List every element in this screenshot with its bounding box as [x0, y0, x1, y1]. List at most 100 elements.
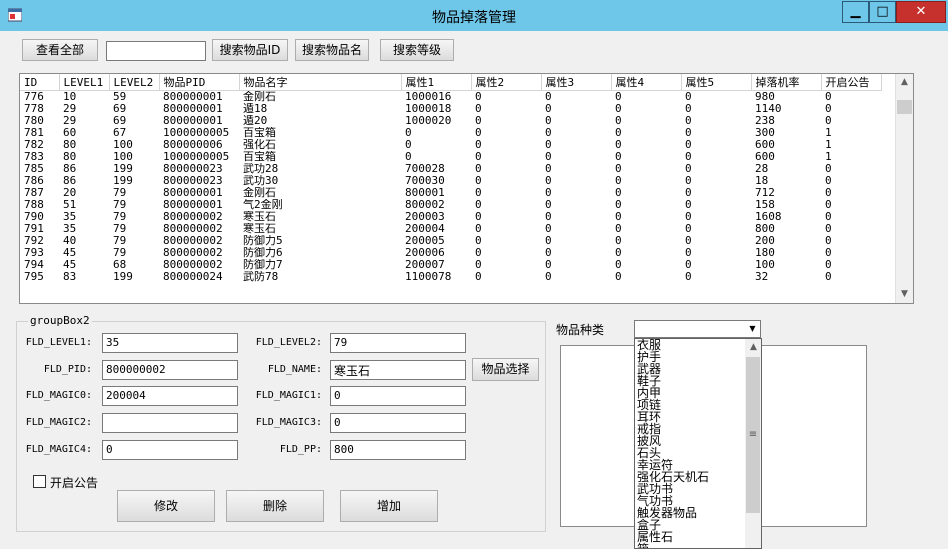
column-header[interactable]: 掉落机率 [751, 74, 822, 91]
delete-button[interactable]: 删除 [226, 490, 324, 522]
table-cell: 百宝箱 [243, 127, 276, 139]
table-cell: 0 [615, 127, 622, 139]
table-cell: 51 [63, 199, 77, 211]
table-cell: 0 [685, 235, 692, 247]
table-row[interactable]: 780 29 69 800000001 遁20 1000020 0 0 0 0 238 0 [20, 115, 881, 127]
fld-name-field[interactable]: 寒玉石 [330, 360, 466, 380]
dropdown-scroll-up-icon[interactable]: ▲ [745, 339, 761, 356]
table-cell: 700030 [405, 175, 445, 187]
dropdown-scrollbar[interactable]: ▲ ≡ [745, 339, 761, 548]
category-dropdown-list[interactable]: 衣服 护手 武器 鞋子 内甲 项链 耳环 戒指 披风 石头 幸运符 强化石天机石 武功书 气功书 触发器物品… [634, 338, 762, 549]
close-button[interactable]: ✕ [896, 1, 946, 23]
table-row[interactable]: 776 10 59 800000001 金刚石 1000016 0 0 0 0 980 0 [20, 91, 881, 104]
table-cell: 792 [24, 235, 44, 247]
table-cell: 69 [113, 115, 127, 127]
search-id-button[interactable]: 搜索物品ID [212, 39, 288, 61]
column-header[interactable]: 属性5 [681, 74, 752, 91]
fld-pp-field[interactable]: 800 [330, 440, 466, 460]
table-row[interactable]: 781 60 67 1000000005 百宝箱 0 0 0 0 0 300 1 [20, 127, 881, 139]
fld-magic2-field[interactable] [102, 413, 238, 433]
fld-pid-field[interactable]: 800000002 [102, 360, 238, 380]
table-row[interactable]: 778 29 69 800000001 遁18 1000018 0 0 0 0 1140 0 [20, 103, 881, 115]
column-header[interactable]: 属性3 [541, 74, 612, 91]
fld-magic1-field[interactable]: 0 [330, 386, 466, 406]
minimize-button[interactable]: ▁ [842, 1, 869, 23]
table-row[interactable]: 785 86 199 800000023 武功28 700028 0 0 0 0 28 0 [20, 163, 881, 175]
table-cell: 0 [545, 199, 552, 211]
scroll-down-icon[interactable]: ▼ [896, 286, 913, 303]
table-cell: 0 [615, 115, 622, 127]
maximize-button[interactable]: □ [869, 1, 896, 23]
table-cell: 0 [475, 163, 482, 175]
modify-button[interactable]: 修改 [117, 490, 215, 522]
table-row[interactable]: 793 45 79 800000002 防御力6 200006 0 0 0 0 180 0 [20, 247, 881, 259]
search-input[interactable] [106, 41, 206, 61]
fld-magic3-field[interactable]: 0 [330, 413, 466, 433]
table-cell: 800000002 [163, 235, 223, 247]
column-header[interactable]: 开启公告 [821, 74, 882, 91]
table-cell: 0 [685, 187, 692, 199]
table-cell: 寒玉石 [243, 211, 276, 223]
column-header[interactable]: 属性1 [401, 74, 472, 91]
table-row[interactable]: 783 80 100 1000000005 百宝箱 0 0 0 0 0 600 1 [20, 151, 881, 163]
table-cell: 32 [755, 271, 769, 283]
add-button[interactable]: 增加 [340, 490, 438, 522]
column-header[interactable]: LEVEL1 [59, 74, 110, 91]
table-row[interactable]: 794 45 68 800000002 防御力7 200007 0 0 0 0 100 0 [20, 259, 881, 271]
table-cell: 0 [615, 211, 622, 223]
column-header[interactable]: 物品PID [159, 74, 240, 91]
table-cell: 100 [113, 151, 133, 163]
table-cell: 0 [825, 223, 832, 235]
grid-scrollbar[interactable]: ▲ ▼ [895, 74, 913, 303]
table-row[interactable]: 787 20 79 800000001 金刚石 800001 0 0 0 0 712 0 [20, 187, 881, 199]
column-header[interactable]: LEVEL2 [109, 74, 160, 91]
category-combobox[interactable]: ▼ [634, 320, 761, 338]
table-cell: 79 [113, 199, 127, 211]
fld-level2-field[interactable]: 79 [330, 333, 466, 353]
announce-checkbox[interactable] [33, 475, 46, 488]
table-cell: 寒玉石 [243, 223, 276, 235]
table-row[interactable]: 788 51 79 800000001 气2金刚 800002 0 0 0 0 158 0 [20, 199, 881, 211]
chevron-down-icon[interactable]: ▼ [746, 322, 759, 336]
table-cell: 百宝箱 [243, 151, 276, 163]
table-row[interactable]: 791 35 79 800000002 寒玉石 200004 0 0 0 0 800 0 [20, 223, 881, 235]
table-row[interactable]: 782 80 100 800000006 强化石 0 0 0 0 0 600 1 [20, 139, 881, 151]
table-cell: 0 [825, 90, 832, 103]
scroll-up-icon[interactable]: ▲ [896, 74, 913, 91]
table-row[interactable]: 790 35 79 800000002 寒玉石 200003 0 0 0 0 1608 0 [20, 211, 881, 223]
table-row[interactable]: 795 83 199 800000024 武防78 1100078 0 0 0 0 32 0 [20, 271, 881, 283]
table-cell: 0 [475, 175, 482, 187]
search-level-button[interactable]: 搜索等级 [380, 39, 454, 61]
table-cell: 800000001 [163, 187, 223, 199]
column-header[interactable]: ID [20, 74, 60, 91]
scroll-thumb[interactable] [897, 100, 912, 114]
search-name-button[interactable]: 搜索物品名 [295, 39, 369, 61]
fld-level1-field[interactable]: 35 [102, 333, 238, 353]
fld-magic4-field[interactable]: 0 [102, 440, 238, 460]
column-header[interactable]: 属性4 [611, 74, 682, 91]
table-cell: 787 [24, 187, 44, 199]
table-cell: 980 [755, 90, 775, 103]
fld-name-label: FLD_NAME: [267, 364, 322, 375]
fld-magic0-field[interactable]: 200004 [102, 386, 238, 406]
column-header[interactable]: 属性2 [471, 74, 542, 91]
view-all-button[interactable]: 查看全部 [22, 39, 98, 61]
table-cell: 35 [63, 223, 77, 235]
table-cell: 0 [825, 115, 832, 127]
table-row[interactable]: 792 40 79 800000002 防御力5 200005 0 0 0 0 200 0 [20, 235, 881, 247]
category-option[interactable]: 属性石 [635, 531, 761, 543]
table-cell: 1608 [755, 211, 782, 223]
item-drop-grid[interactable]: ID LEVEL1 LEVEL2 物品PID 物品名字 属性1 属性2 属性3 属性4 属性5 掉落… [19, 73, 914, 304]
table-cell: 45 [63, 259, 77, 271]
table-row[interactable]: 786 86 199 800000023 武功30 700030 0 0 0 0 18 0 [20, 175, 881, 187]
table-cell: 79 [113, 223, 127, 235]
table-cell: 1000016 [405, 90, 452, 103]
dropdown-scroll-thumb[interactable]: ≡ [746, 357, 760, 513]
table-cell: 0 [545, 247, 552, 259]
fld-magic1-label: FLD_MAGIC1: [255, 390, 322, 401]
table-cell: 0 [685, 175, 692, 187]
table-cell: 0 [615, 151, 622, 163]
select-item-button[interactable]: 物品选择 [472, 358, 539, 381]
column-header[interactable]: 物品名字 [239, 74, 402, 91]
table-cell: 遁20 [243, 115, 268, 127]
